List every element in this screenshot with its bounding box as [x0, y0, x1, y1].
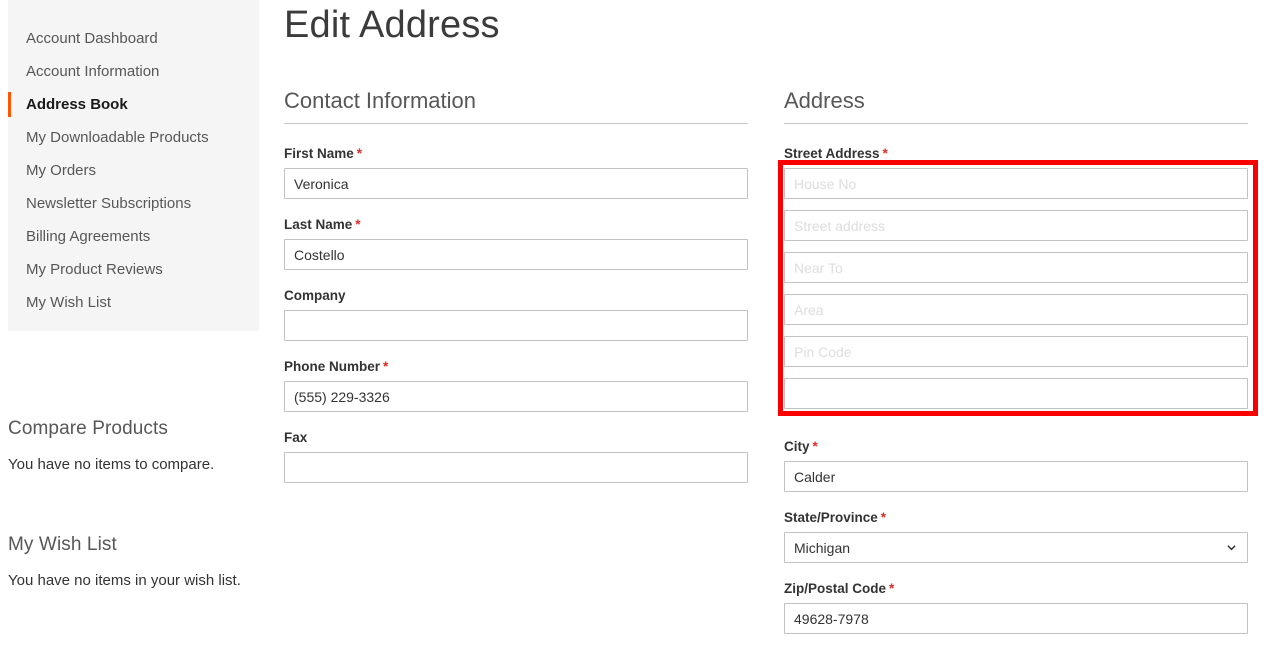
street-address-group — [778, 160, 1258, 416]
zip-postal-code-label: Zip/Postal Code * — [784, 581, 1248, 596]
required-asterisk: * — [889, 581, 895, 596]
zip-postal-code-input[interactable] — [784, 603, 1248, 634]
city-label: City * — [784, 439, 1248, 454]
sidebar-item-label: Address Book — [26, 96, 128, 113]
active-indicator-bar — [8, 92, 11, 117]
street-address-line-3-input[interactable] — [784, 252, 1248, 283]
required-asterisk: * — [812, 439, 818, 454]
wishlist-empty-text: You have no items in your wish list. — [8, 572, 241, 589]
first-name-input[interactable] — [284, 168, 748, 199]
field-first-name: First Name * — [284, 146, 748, 199]
state-province-select-wrap — [784, 532, 1248, 563]
sidebar-item-my-wish-list[interactable]: My Wish List — [8, 286, 259, 319]
sidebar-item-label: Billing Agreements — [26, 228, 151, 245]
sidebar-item-label: My Wish List — [26, 294, 112, 311]
company-label: Company — [284, 288, 748, 303]
address-legend: Address — [784, 88, 865, 113]
sidebar-item-billing-agreements[interactable]: Billing Agreements — [8, 220, 259, 253]
street-address-line-1-input[interactable] — [784, 168, 1248, 199]
compare-products-title: Compare Products — [8, 418, 169, 439]
street-address-line-5-input[interactable] — [784, 336, 1248, 367]
field-state-province: State/Province * — [784, 510, 1248, 563]
company-input[interactable] — [284, 310, 748, 341]
state-province-label: State/Province * — [784, 510, 1248, 525]
phone-number-label: Phone Number * — [284, 359, 748, 374]
label-text: Phone Number — [284, 359, 381, 374]
required-asterisk: * — [880, 510, 887, 525]
sidebar-item-label: Account Information — [26, 63, 160, 80]
sidebar-item-account-information[interactable]: Account Information — [8, 55, 259, 88]
sidebar-item-label: Newsletter Subscriptions — [26, 195, 192, 212]
required-asterisk: * — [383, 359, 389, 374]
label-text: Fax — [284, 430, 308, 445]
last-name-input[interactable] — [284, 239, 748, 270]
sidebar-item-address-book[interactable]: Address Book — [8, 88, 259, 121]
sidebar-item-my-product-reviews[interactable]: My Product Reviews — [8, 253, 259, 286]
field-city: City * — [784, 439, 1248, 492]
fax-input[interactable] — [284, 452, 748, 483]
label-text: City — [784, 439, 810, 454]
street-address-line-6-input[interactable] — [784, 378, 1248, 409]
sidebar-item-my-downloadable-products[interactable]: My Downloadable Products — [8, 121, 259, 154]
last-name-label: Last Name * — [284, 217, 748, 232]
label-text: Zip/Postal Code — [784, 581, 887, 596]
contact-information-legend: Contact Information — [284, 88, 476, 113]
sidebar-item-my-orders[interactable]: My Orders — [8, 154, 259, 187]
street-address-label: Street Address * — [784, 146, 1248, 161]
label-text: First Name — [284, 146, 354, 161]
city-input[interactable] — [784, 461, 1248, 492]
page-title: Edit Address — [284, 4, 500, 46]
required-asterisk: * — [356, 146, 363, 161]
fax-label: Fax — [284, 430, 748, 445]
sidebar-item-label: My Orders — [26, 162, 97, 179]
sidebar-item-newsletter-subscriptions[interactable]: Newsletter Subscriptions — [8, 187, 259, 220]
state-province-select[interactable] — [784, 532, 1248, 563]
required-asterisk: * — [882, 146, 888, 161]
first-name-label: First Name * — [284, 146, 748, 161]
sidebar-item-label: My Downloadable Products — [26, 129, 209, 146]
wishlist-title: My Wish List — [8, 534, 117, 555]
edit-address-page: Account Dashboard Account Information Ad… — [0, 0, 1284, 663]
sidebar-item-label: My Product Reviews — [26, 261, 163, 278]
label-text: State/Province — [784, 510, 878, 525]
section-divider — [284, 123, 748, 124]
sidebar-item-account-dashboard[interactable]: Account Dashboard — [8, 22, 259, 55]
field-last-name: Last Name * — [284, 217, 748, 270]
label-text: Last Name — [284, 217, 353, 232]
section-divider — [784, 123, 1248, 124]
field-zip-postal-code: Zip/Postal Code * — [784, 581, 1248, 634]
compare-products-block: Compare Products You have no items to co… — [8, 418, 214, 473]
contact-information-section: Contact Information First Name* Last Nam… — [284, 88, 748, 501]
sidebar-item-label: Account Dashboard — [26, 30, 158, 47]
street-address-line-2-input[interactable] — [784, 210, 1248, 241]
required-asterisk: * — [355, 217, 361, 232]
field-phone-number: Phone Number * — [284, 359, 748, 412]
address-section: Address Street Address* City* — [778, 88, 1258, 652]
label-text: Company — [284, 288, 346, 303]
field-company: Company — [284, 288, 748, 341]
wishlist-block: My Wish List You have no items in your w… — [8, 534, 241, 589]
compare-products-empty-text: You have no items to compare. — [8, 456, 215, 473]
field-fax: Fax — [284, 430, 748, 483]
field-street-address: Street Address * — [778, 146, 1258, 416]
account-sidebar-nav: Account Dashboard Account Information Ad… — [8, 0, 259, 331]
street-address-line-4-input[interactable] — [784, 294, 1248, 325]
label-text: Street Address — [784, 146, 880, 161]
phone-number-input[interactable] — [284, 381, 748, 412]
